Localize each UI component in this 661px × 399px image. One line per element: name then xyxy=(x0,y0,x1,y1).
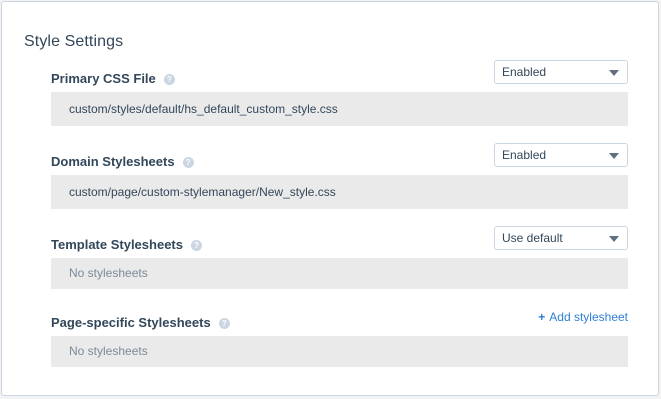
template-stylesheets-select[interactable]: Use default xyxy=(494,226,628,250)
page-specific-stylesheets-section: Page-specific Stylesheets? + Add styleshe… xyxy=(51,307,628,369)
add-stylesheet-label: Add stylesheet xyxy=(549,310,628,324)
section-label: Page-specific Stylesheets xyxy=(51,315,211,330)
select-value: Enabled xyxy=(502,65,547,79)
chevron-down-icon xyxy=(609,153,619,159)
primary-css-select[interactable]: Enabled xyxy=(494,60,628,84)
help-icon[interactable]: ? xyxy=(218,318,230,329)
select-value: Use default xyxy=(502,231,563,245)
page-specific-label-row: Page-specific Stylesheets? xyxy=(51,315,230,330)
section-label: Template Stylesheets xyxy=(51,237,183,252)
select-value: Enabled xyxy=(502,148,547,162)
chevron-down-icon xyxy=(609,236,619,242)
help-icon[interactable]: ? xyxy=(190,240,202,251)
template-stylesheets-section: Template Stylesheets? Use default No sty… xyxy=(51,224,628,290)
section-label: Domain Stylesheets xyxy=(51,154,175,169)
template-stylesheets-label-row: Template Stylesheets? xyxy=(51,237,202,252)
primary-css-label-row: Primary CSS File? xyxy=(51,71,175,86)
plus-icon: + xyxy=(538,310,546,324)
page-specific-stylesheets-empty: No stylesheets xyxy=(51,336,628,367)
domain-stylesheets-value: custom/page/custom-stylemanager/New_styl… xyxy=(51,175,628,209)
section-label: Primary CSS File xyxy=(51,71,156,86)
domain-stylesheets-section: Domain Stylesheets? Enabled custom/page/… xyxy=(51,142,628,212)
help-icon[interactable]: ? xyxy=(182,157,194,168)
domain-stylesheets-label-row: Domain Stylesheets? xyxy=(51,154,194,169)
help-icon[interactable]: ? xyxy=(163,74,175,85)
add-stylesheet-link[interactable]: + Add stylesheet xyxy=(538,310,628,324)
template-stylesheets-empty: No stylesheets xyxy=(51,258,628,289)
primary-css-value: custom/styles/default/hs_default_custom_… xyxy=(51,92,628,126)
style-settings-panel: Style Settings Primary CSS File? Enabled… xyxy=(1,1,659,396)
panel-title: Style Settings xyxy=(24,33,124,50)
chevron-down-icon xyxy=(609,70,619,76)
domain-stylesheets-select[interactable]: Enabled xyxy=(494,143,628,167)
primary-css-section: Primary CSS File? Enabled custom/styles/… xyxy=(51,59,628,129)
